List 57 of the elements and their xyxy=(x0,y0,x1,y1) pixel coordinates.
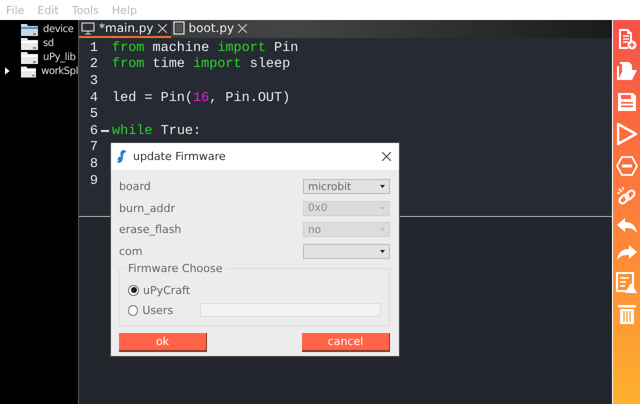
cancel-button[interactable]: cancel xyxy=(302,333,390,352)
tree-item[interactable]: device xyxy=(43,24,74,34)
open-folder-icon[interactable] xyxy=(616,61,638,81)
broken-link-icon[interactable] xyxy=(616,187,636,207)
file-tab[interactable]: *main.py xyxy=(79,20,171,38)
caret-icon xyxy=(380,228,385,232)
field-label: burn_addr xyxy=(119,202,175,215)
trash-icon[interactable] xyxy=(618,304,636,324)
dropdown[interactable] xyxy=(303,244,390,259)
document-icon xyxy=(172,21,185,35)
ok-button[interactable]: ok xyxy=(119,333,207,352)
field-label: board xyxy=(119,180,151,194)
dropdown[interactable]: microbit xyxy=(303,179,390,194)
radio-label[interactable]: Users xyxy=(142,304,196,316)
radio-label[interactable]: uPyCraft xyxy=(143,284,201,296)
folder-icon xyxy=(21,50,38,64)
tree-item[interactable]: workSpl xyxy=(41,66,78,76)
tree-item[interactable]: uPy_lib xyxy=(43,52,76,62)
dialog-title: update Firmware xyxy=(133,150,227,163)
app-logo-icon xyxy=(117,150,128,163)
new-file-icon[interactable] xyxy=(616,28,636,50)
expand-arrow-icon[interactable] xyxy=(5,67,10,75)
line-number: 2 xyxy=(88,57,98,72)
group-title: Firmware Choose xyxy=(126,262,225,275)
play-icon[interactable] xyxy=(616,123,636,145)
code-line: led = Pin(16, Pin.OUT) xyxy=(112,90,290,106)
tree-item[interactable]: sd xyxy=(43,38,54,48)
line-number: 6 xyxy=(88,124,98,139)
checklist-warning-icon[interactable] xyxy=(616,272,637,293)
redo-icon[interactable] xyxy=(616,245,636,261)
line-number: 5 xyxy=(88,107,98,122)
file-tab[interactable]: boot.py xyxy=(170,20,252,38)
code-line: from machine import Pin xyxy=(112,40,298,56)
line-number: 3 xyxy=(88,74,98,89)
folder-icon xyxy=(20,64,36,78)
line-number: 4 xyxy=(88,90,98,106)
undo-icon[interactable] xyxy=(616,218,636,234)
line-number: 7 xyxy=(88,140,98,156)
line-number: 1 xyxy=(88,40,98,56)
field-label: com xyxy=(119,244,142,258)
save-icon[interactable] xyxy=(616,92,636,112)
line-number: 8 xyxy=(88,156,98,172)
radio-button[interactable] xyxy=(128,284,139,296)
radio-button[interactable] xyxy=(128,304,138,316)
caret-icon xyxy=(380,250,385,253)
field-label: erase_flash xyxy=(119,223,182,236)
close-icon[interactable] xyxy=(382,152,391,161)
monitor-icon xyxy=(81,22,95,34)
caret-icon xyxy=(380,185,385,188)
folder-icon xyxy=(21,36,38,50)
code-line: while True: xyxy=(112,124,202,139)
line-number: 9 xyxy=(88,174,98,189)
folder-icon xyxy=(21,22,38,36)
stop-icon[interactable] xyxy=(616,156,638,176)
code-line: from time import sleep xyxy=(112,57,290,72)
fold-marker-icon[interactable] xyxy=(101,130,109,132)
caret-icon xyxy=(380,206,385,210)
